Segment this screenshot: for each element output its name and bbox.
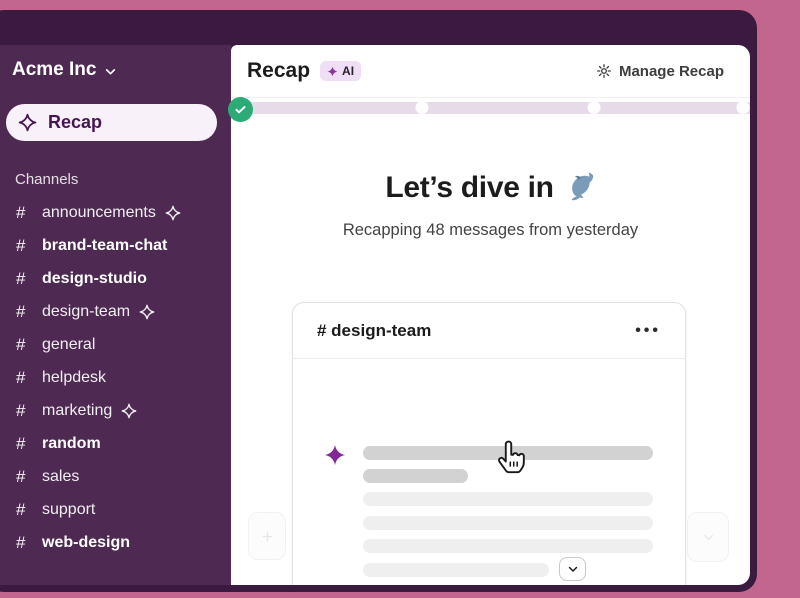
channels-section-label: Channels bbox=[15, 171, 79, 188]
sidebar-channel[interactable]: # helpdesk bbox=[0, 361, 231, 394]
recap-card: # design-team ••• bbox=[292, 302, 686, 585]
channel-name: support bbox=[42, 500, 96, 518]
manage-recap-label: Manage Recap bbox=[618, 62, 724, 80]
channel-hash-icon: # bbox=[16, 334, 26, 354]
sparkle-icon bbox=[139, 304, 155, 319]
hero-subtitle: Recapping 48 messages from yesterday bbox=[342, 221, 639, 239]
page-title: Recap bbox=[247, 59, 311, 82]
channel-hash-icon: # bbox=[16, 400, 26, 420]
channel-hash-icon: # bbox=[16, 532, 26, 552]
recap-card-header: # design-team ••• bbox=[293, 303, 685, 359]
hero-title: Let’s dive in bbox=[231, 171, 750, 205]
channel-list: # announcements # brand-team-chat # desi… bbox=[0, 196, 231, 559]
ai-badge-label: AI bbox=[342, 64, 355, 78]
channel-hash-icon: # bbox=[16, 367, 26, 387]
channel-hash-icon: # bbox=[16, 202, 26, 222]
skeleton-bar bbox=[363, 516, 653, 530]
chevron-down-icon bbox=[568, 566, 577, 572]
sparkle-icon bbox=[18, 113, 37, 132]
skeleton-bar bbox=[363, 469, 468, 483]
sidebar-channel[interactable]: # announcements bbox=[0, 196, 231, 229]
progress-dot bbox=[415, 101, 429, 114]
sidebar-item-recap[interactable]: Recap bbox=[6, 104, 217, 141]
channel-hash-icon: # bbox=[16, 433, 26, 453]
channel-name: design-team bbox=[42, 302, 131, 320]
channel-name: random bbox=[42, 434, 101, 452]
sidebar-channel[interactable]: # random bbox=[0, 427, 231, 460]
sidebar-channel[interactable]: # support bbox=[0, 493, 231, 526]
chevron-down-icon bbox=[106, 69, 116, 75]
channel-name: design-studio bbox=[42, 269, 147, 287]
progress-dot bbox=[736, 101, 750, 114]
progress-track bbox=[231, 101, 750, 114]
workspace-name: Acme Inc bbox=[12, 59, 97, 80]
sparkle-icon bbox=[121, 403, 137, 418]
progress-dot bbox=[587, 101, 601, 114]
skeleton-bar bbox=[363, 563, 549, 577]
skeleton-bar bbox=[363, 539, 653, 553]
channel-hash-icon: # bbox=[16, 499, 26, 519]
hero-title-text: Let’s dive in bbox=[385, 171, 554, 204]
next-card-button[interactable] bbox=[687, 512, 729, 562]
overflow-menu-icon[interactable]: ••• bbox=[635, 322, 661, 339]
channel-hash-icon: # bbox=[16, 235, 26, 255]
channel-name: marketing bbox=[42, 401, 113, 419]
skeleton-bar bbox=[363, 446, 653, 460]
sidebar-channel[interactable]: # general bbox=[0, 328, 231, 361]
recap-header: Recap AI Manage Recap bbox=[231, 45, 750, 98]
sidebar: Acme Inc Recap Channels # announcements … bbox=[0, 45, 231, 585]
channel-name: sales bbox=[42, 467, 80, 485]
channel-hash-icon: # bbox=[16, 301, 26, 321]
gear-icon bbox=[597, 64, 611, 78]
sidebar-channel[interactable]: # sales bbox=[0, 460, 231, 493]
expand-button[interactable] bbox=[559, 557, 586, 581]
recap-panel: Recap AI Manage Recap Let’s dive in Reca… bbox=[231, 45, 750, 585]
skeleton-bar bbox=[363, 492, 653, 506]
previous-card-button[interactable] bbox=[248, 512, 286, 560]
app-frame: Acme Inc Recap Channels # announcements … bbox=[0, 0, 800, 598]
channel-hash-icon: # bbox=[16, 268, 26, 288]
sparkle-icon bbox=[324, 444, 346, 466]
step-complete-check-icon bbox=[228, 97, 253, 122]
sidebar-channel[interactable]: # brand-team-chat bbox=[0, 229, 231, 262]
recap-card-title: # design-team bbox=[317, 320, 432, 340]
manage-recap-button[interactable]: Manage Recap bbox=[592, 59, 728, 84]
plus-icon bbox=[262, 531, 272, 541]
sidebar-channel[interactable]: # marketing bbox=[0, 394, 231, 427]
sparkle-icon bbox=[165, 205, 181, 220]
sidebar-channel[interactable]: # design-studio bbox=[0, 262, 231, 295]
ai-badge: AI bbox=[320, 61, 362, 81]
channel-name: brand-team-chat bbox=[42, 236, 168, 254]
sidebar-channel[interactable]: # web-design bbox=[0, 526, 231, 559]
channel-hash-icon: # bbox=[16, 466, 26, 486]
dolphin-emoji bbox=[571, 172, 594, 201]
sidebar-item-recap-label: Recap bbox=[48, 112, 103, 132]
channel-name: general bbox=[42, 335, 96, 353]
channel-name: web-design bbox=[42, 533, 131, 551]
sidebar-channel[interactable]: # design-team bbox=[0, 295, 231, 328]
channel-name: helpdesk bbox=[42, 368, 107, 386]
channel-name: announcements bbox=[42, 203, 156, 221]
chevron-down-icon bbox=[703, 534, 713, 540]
sparkle-icon bbox=[327, 65, 338, 77]
workspace-switcher[interactable]: Acme Inc bbox=[12, 59, 117, 81]
